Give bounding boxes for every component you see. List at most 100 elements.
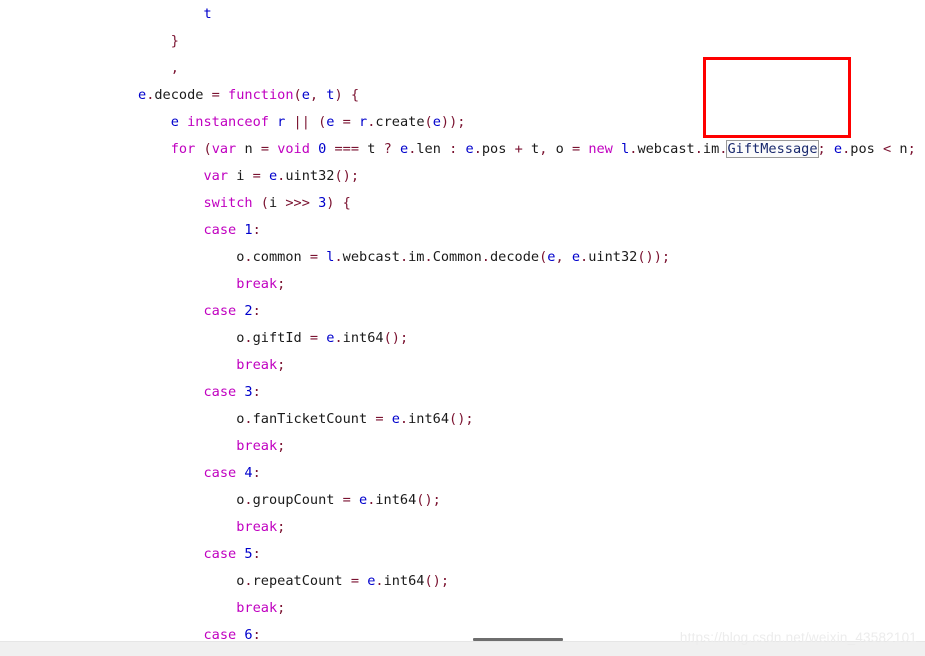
code-token: . [399, 411, 409, 427]
code-token: { [350, 87, 360, 103]
code-line[interactable]: case 3: [0, 379, 916, 406]
code-token: === [334, 141, 360, 157]
code-line[interactable]: case 4: [0, 460, 916, 487]
code-line[interactable]: break; [0, 433, 916, 460]
code-line[interactable]: case 5: [0, 541, 916, 568]
code-viewport[interactable]: t } , e.decode = function(e, t) { e insta… [0, 0, 925, 641]
code-token: = [350, 573, 359, 589]
code-token: , [555, 249, 564, 265]
code-token: int64 [383, 573, 425, 589]
code-line[interactable]: var i = e.uint32(); [0, 163, 916, 190]
code-token: ( [260, 195, 269, 211]
code-token: break [236, 438, 278, 454]
code-line[interactable]: } [0, 28, 916, 55]
code-token: uint32 [285, 168, 335, 184]
horizontal-scrollbar-thumb[interactable] [473, 638, 563, 641]
code-token: r [359, 114, 368, 130]
code-token: . [694, 141, 703, 157]
code-token: int64 [375, 492, 417, 508]
code-token: ( [637, 249, 646, 265]
code-token: case [203, 303, 237, 319]
code-token: ) [342, 168, 351, 184]
code-token: , [309, 87, 319, 103]
code-line[interactable]: , [0, 55, 916, 82]
code-line[interactable]: break; [0, 271, 916, 298]
selected-token-giftmessage[interactable]: GiftMessage [726, 140, 819, 158]
code-token: common [252, 249, 302, 265]
code-token: ; [661, 249, 671, 265]
code-token: ) [432, 573, 441, 589]
code-token: webcast [637, 141, 695, 157]
code-line[interactable]: o.common = l.webcast.im.Common.decode(e,… [0, 244, 916, 271]
code-token: ( [293, 87, 302, 103]
code-token: = [309, 330, 319, 346]
code-token: 6 [244, 627, 253, 641]
code-token: = [309, 249, 319, 265]
code-token: ( [424, 114, 433, 130]
code-line[interactable]: o.repeatCount = e.int64(); [0, 568, 916, 595]
code-block[interactable]: t } , e.decode = function(e, t) { e insta… [0, 0, 916, 641]
code-line[interactable]: switch (i >>> 3) { [0, 190, 916, 217]
code-token: ) [424, 492, 433, 508]
code-line[interactable]: o.groupCount = e.int64(); [0, 487, 916, 514]
code-token: t [531, 141, 540, 157]
code-line[interactable]: case 1: [0, 217, 916, 244]
code-token: = [252, 168, 261, 184]
code-token: ( [203, 141, 212, 157]
code-token: ; [457, 114, 466, 130]
code-token: . [244, 492, 253, 508]
code-line[interactable]: break; [0, 514, 916, 541]
code-token: e [432, 114, 441, 130]
code-token: o [555, 141, 564, 157]
code-line[interactable]: e.decode = function(e, t) { [0, 82, 916, 109]
code-token: + [514, 141, 523, 157]
code-token: . [244, 411, 253, 427]
code-token: break [236, 357, 278, 373]
code-line[interactable]: e instanceof r || (e = r.create(e)); [0, 109, 916, 136]
code-line[interactable]: o.giftId = e.int64(); [0, 325, 916, 352]
code-line[interactable]: break; [0, 595, 916, 622]
code-token: decode [154, 87, 204, 103]
code-line[interactable]: case 2: [0, 298, 916, 325]
code-token: 3 [244, 384, 253, 400]
code-token: ; [432, 492, 441, 508]
code-token: case [203, 384, 237, 400]
code-token: function [228, 87, 294, 103]
code-line[interactable]: for (var n = void 0 === t ? e.len : e.po… [0, 136, 916, 163]
code-token: webcast [342, 249, 400, 265]
code-token: e [359, 492, 368, 508]
code-token: = [211, 87, 220, 103]
code-line[interactable]: t [0, 1, 916, 28]
code-token: repeatCount [252, 573, 343, 589]
code-line[interactable]: break; [0, 352, 916, 379]
code-token: ( [334, 168, 343, 184]
code-token: e [301, 87, 310, 103]
code-token: : [252, 465, 261, 481]
code-token: for [170, 141, 196, 157]
code-line[interactable]: o.fanTicketCount = e.int64(); [0, 406, 916, 433]
code-token: 1 [244, 222, 253, 238]
code-token: : [252, 222, 261, 238]
code-token: pos [481, 141, 507, 157]
code-token: int64 [342, 330, 384, 346]
code-token: len [416, 141, 441, 157]
code-token: case [203, 627, 237, 641]
